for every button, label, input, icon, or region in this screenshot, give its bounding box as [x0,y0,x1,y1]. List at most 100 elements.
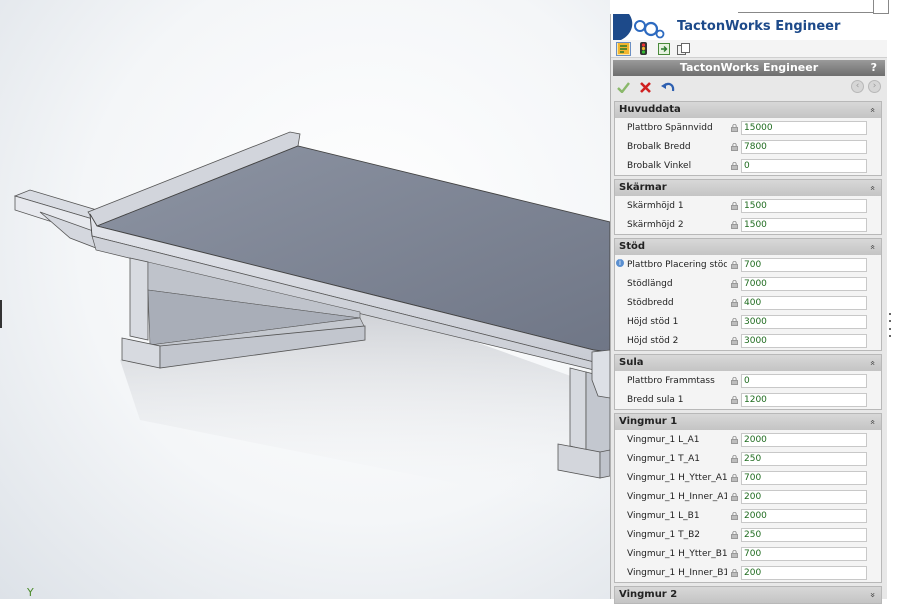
window-control-box[interactable] [873,0,889,14]
group-header[interactable]: Vingmur 2 » [615,587,881,603]
lock-icon[interactable] [727,549,741,558]
parameter-value-field[interactable]: 2000 [741,432,867,447]
parameter-row: Skärmhöjd 1 1500 [615,196,881,215]
lock-icon[interactable] [727,435,741,444]
parameter-row: Plattbro Spännvidd 15000 [615,118,881,137]
parameter-value-field[interactable]: 2000 [741,508,867,523]
lock-icon[interactable] [727,395,741,404]
parameter-row: Bredd sula 1 1200 [615,390,881,409]
checkmark-icon[interactable] [617,78,630,97]
parameter-value-field[interactable]: 250 [741,527,867,542]
parameter-row: i Plattbro Placering stöd 700 [615,255,881,274]
parameter-value-field[interactable]: 250 [741,451,867,466]
group-4: Vingmur 1 « Vingmur_1 L_A1 2000 Vingmur_1 T_… [614,413,882,583]
collapse-chevron-icon[interactable]: « [864,419,880,425]
parameter-label: Vingmur_1 H_Ytter_B1 [627,548,727,559]
group-header[interactable]: Skärmar « [615,180,881,196]
parameter-label: Vingmur_1 H_Inner_B1 [627,567,727,578]
3d-viewport[interactable]: Y [0,0,610,599]
parameter-label: Höjd stöd 1 [627,316,679,327]
collapse-chevron-icon[interactable]: « [864,244,880,250]
group-title: Vingmur 2 [619,589,678,600]
lock-icon[interactable] [727,530,741,539]
parameter-value-field[interactable]: 200 [741,489,867,504]
parameter-label: Brobalk Vinkel [627,160,692,171]
parameter-value-field[interactable]: 0 [741,373,867,388]
parameter-row: Vingmur_1 H_Inner_B1 200 [615,563,881,582]
parameter-value-field[interactable]: 1500 [741,198,867,213]
tacton-logo-icon [613,14,665,40]
parameter-value-field[interactable]: 700 [741,470,867,485]
lock-icon[interactable] [727,376,741,385]
parameter-value-field[interactable]: 3000 [741,314,867,329]
lock-icon[interactable] [727,473,741,482]
parameter-value-field[interactable]: 1200 [741,392,867,407]
help-button[interactable]: ? [871,60,877,76]
parameter-label: Plattbro Placering stöd [627,259,727,270]
lock-icon[interactable] [727,260,741,269]
parameter-value-field[interactable]: 200 [741,565,867,580]
export-icon[interactable] [656,42,671,56]
group-3: Sula « Plattbro Frammtass 0 Bredd sula 1 1200 [614,354,882,410]
parameter-row: Vingmur_1 T_A1 250 [615,449,881,468]
copy-icon[interactable] [676,42,691,56]
parameter-value-field[interactable]: 0 [741,158,867,173]
collapse-chevron-icon[interactable]: « [864,360,880,366]
parameter-label: Höjd stöd 2 [627,335,679,346]
lock-icon[interactable] [727,492,741,501]
undo-icon[interactable] [661,78,675,97]
collapse-chevron-icon[interactable]: » [864,592,880,598]
lock-icon[interactable] [727,201,741,210]
parameter-value-field[interactable]: 7000 [741,276,867,291]
lock-icon[interactable] [727,454,741,463]
collapse-chevron-icon[interactable]: « [864,107,880,113]
collapse-chevron-icon[interactable]: « [864,185,880,191]
panel-title: TactonWorks Engineer [679,61,819,74]
lock-icon[interactable] [727,142,741,151]
parameter-label: Skärmhöjd 1 [627,200,684,211]
lock-icon[interactable] [727,161,741,170]
lock-icon[interactable] [727,336,741,345]
parameter-row: Vingmur_1 L_B1 2000 [615,506,881,525]
parameter-value-field[interactable]: 700 [741,257,867,272]
parameter-label: Vingmur_1 H_Inner_A1 [627,491,727,502]
lock-icon[interactable] [727,298,741,307]
group-title: Stöd [619,241,646,252]
lock-icon[interactable] [727,123,741,132]
group-title: Sula [619,357,644,368]
parameter-row: Vingmur_1 L_A1 2000 [615,430,881,449]
info-icon[interactable]: i [616,259,624,267]
parameter-label: Brobalk Bredd [627,141,691,152]
parameter-value-field[interactable]: 700 [741,546,867,561]
parameter-label: Vingmur_1 T_B2 [627,529,701,540]
circle-right-icon[interactable]: › [868,80,881,93]
parameter-value-field[interactable]: 7800 [741,139,867,154]
parameter-row: Brobalk Bredd 7800 [615,137,881,156]
bridge-model[interactable] [0,0,610,599]
lock-icon[interactable] [727,511,741,520]
parameter-value-field[interactable]: 1500 [741,217,867,232]
parameter-value-field[interactable]: 15000 [741,120,867,135]
panel-resize-grip[interactable] [886,310,893,340]
group-header[interactable]: Vingmur 1 « [615,414,881,430]
group-header[interactable]: Huvuddata « [615,102,881,118]
lock-icon[interactable] [727,317,741,326]
configurator-icon[interactable] [616,41,631,56]
traffic-light-icon[interactable] [636,42,651,56]
parameter-label: Vingmur_1 H_Ytter_A1 [627,472,727,483]
circle-left-icon[interactable]: ‹ [851,80,864,93]
parameter-value-field[interactable]: 3000 [741,333,867,348]
parameter-label: Stödlängd [627,278,673,289]
parameter-row: Plattbro Frammtass 0 [615,371,881,390]
group-header[interactable]: Sula « [615,355,881,371]
action-bar: ‹ › [611,76,887,98]
x-icon[interactable] [640,78,651,97]
group-title: Huvuddata [619,104,681,115]
window-top-strip [610,0,897,14]
panel-toolbar [611,40,887,58]
lock-icon[interactable] [727,220,741,229]
lock-icon[interactable] [727,279,741,288]
lock-icon[interactable] [727,568,741,577]
parameter-value-field[interactable]: 400 [741,295,867,310]
group-header[interactable]: Stöd « [615,239,881,255]
